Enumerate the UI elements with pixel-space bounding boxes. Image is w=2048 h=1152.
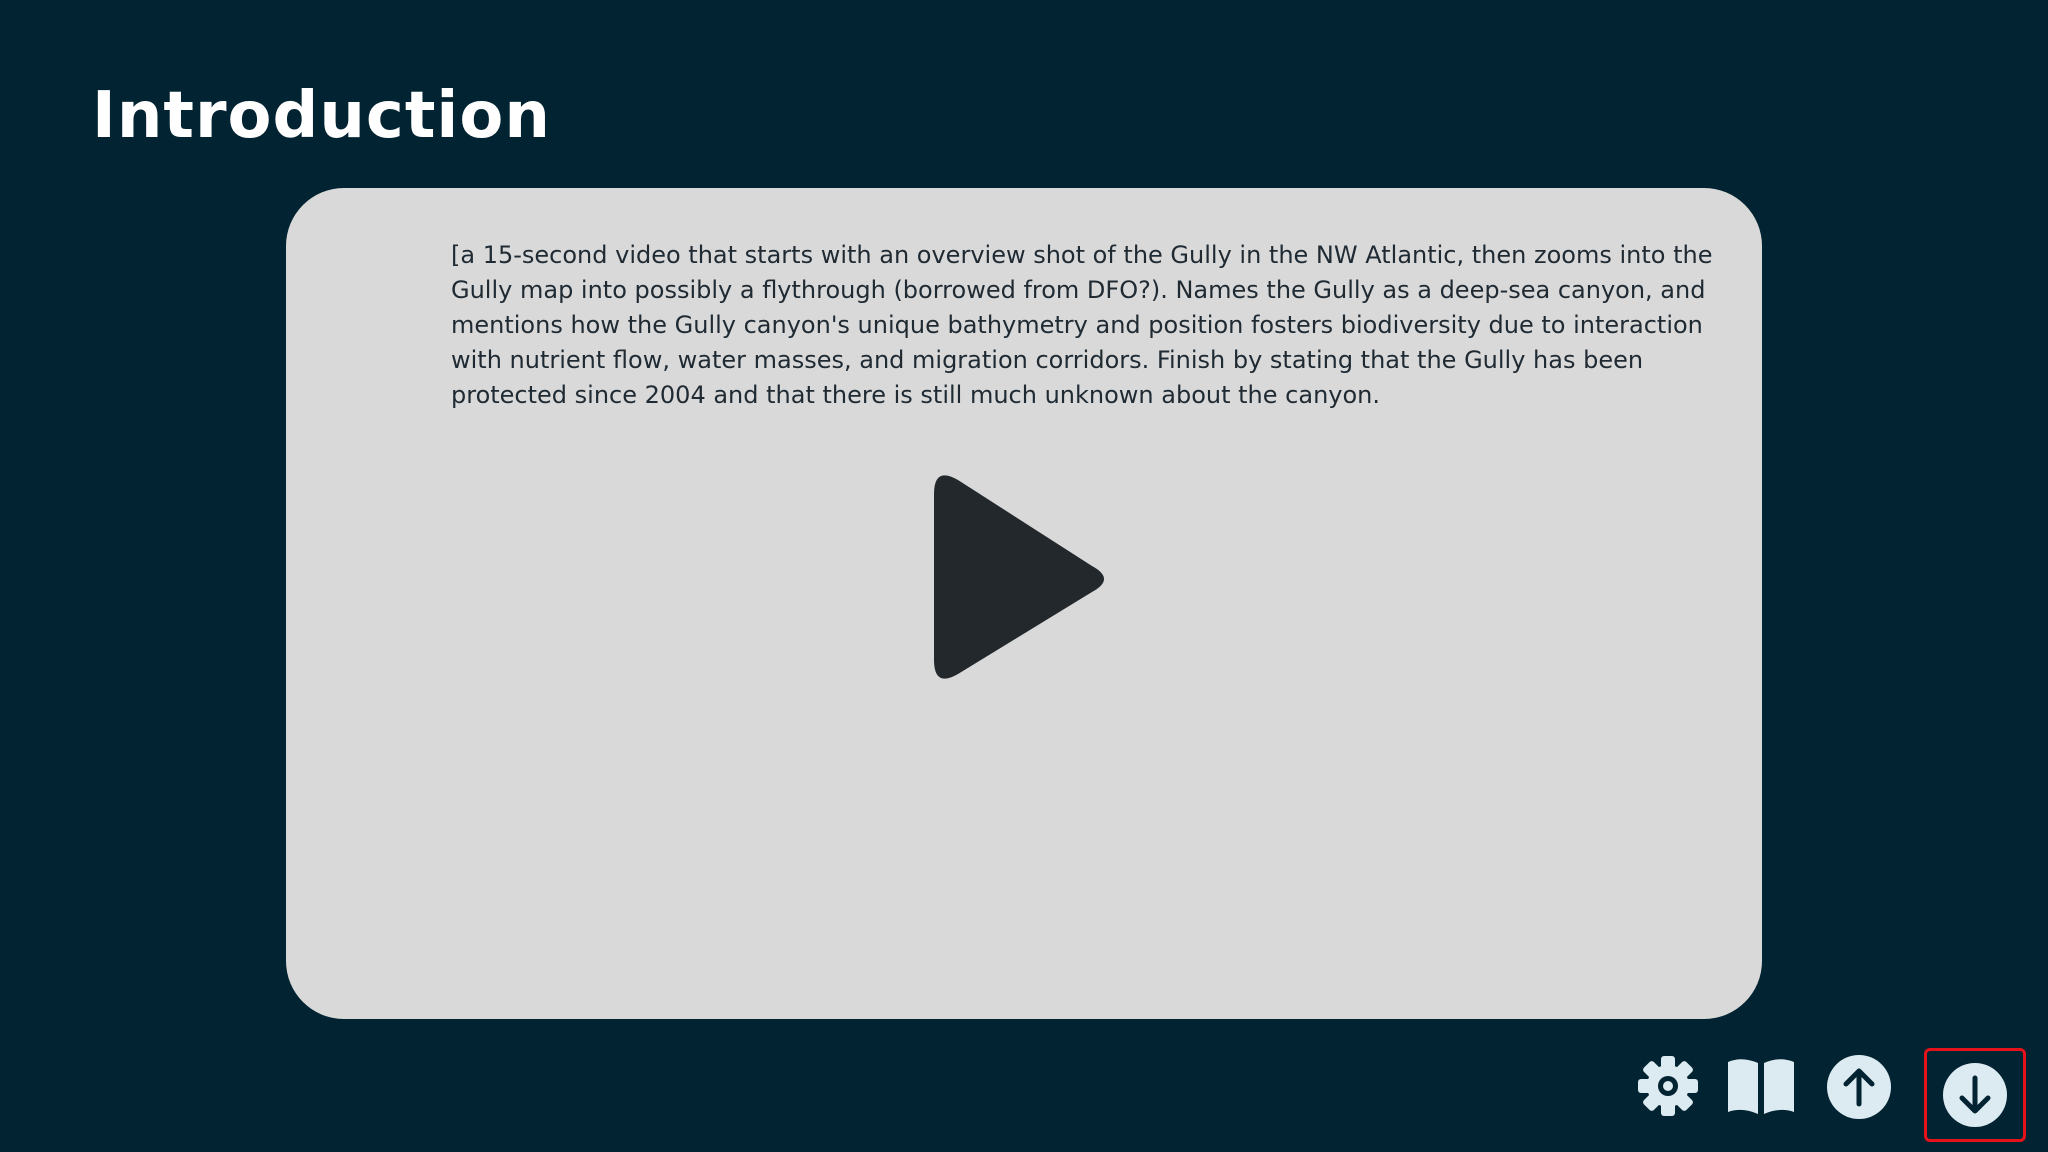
page-title: Introduction	[92, 79, 551, 153]
video-placeholder-card: [a 15-second video that starts with an o…	[286, 188, 1762, 1019]
presentation-slide: Introduction [a 15-second video that sta…	[0, 0, 2048, 1152]
book-icon	[1728, 1059, 1794, 1114]
gear-icon	[1638, 1056, 1698, 1116]
bottom-toolbar	[1630, 1048, 2040, 1148]
arrow-down-circle-icon	[1943, 1063, 2007, 1127]
scroll-down-button[interactable]	[1924, 1048, 2026, 1142]
play-icon	[934, 475, 1104, 679]
video-description: [a 15-second video that starts with an o…	[451, 241, 1713, 409]
scroll-up-button[interactable]	[1826, 1054, 1892, 1120]
play-button[interactable]	[926, 470, 1126, 688]
guide-button[interactable]	[1726, 1054, 1796, 1118]
settings-button[interactable]	[1636, 1054, 1700, 1118]
arrow-up-circle-icon	[1827, 1055, 1891, 1119]
